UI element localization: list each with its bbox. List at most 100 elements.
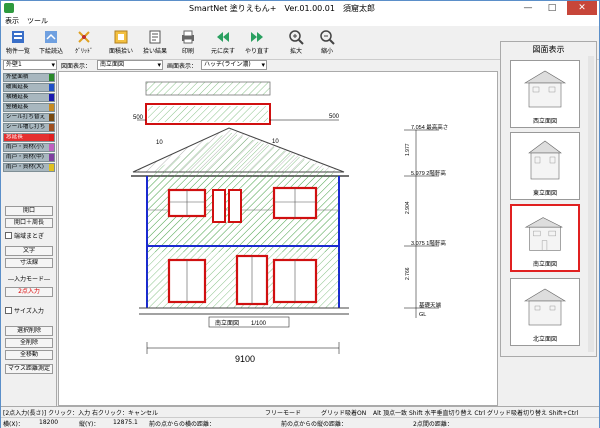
drawing-select[interactable]: 南立面図 [97, 60, 163, 70]
layer-window-label: 窓延長 [6, 134, 23, 140]
results-label: 拾い結果 [142, 48, 167, 55]
zoom-in-icon [289, 30, 304, 45]
thumb-south-label: 南立面図 [532, 261, 557, 268]
thumb-west-elevation[interactable]: 西立面図 [510, 60, 580, 128]
grid-label: ｸﾞﾘｯﾄﾞ [74, 48, 93, 55]
menu-tools[interactable]: ツール [27, 16, 48, 26]
thumbnail-panel-title: 図面表示 [532, 45, 565, 54]
layer-swatch [49, 104, 54, 111]
property-list-button[interactable]: 物件一覧 [2, 28, 34, 58]
option-row: 外壁1 図面表示： 南立面図 画面表示： ハッチ(ライン濃) [1, 60, 501, 71]
layer-vertical-gutter[interactable]: 竪樋延長 [3, 103, 55, 112]
west-house-icon [523, 70, 567, 108]
text-button[interactable]: 文字 [5, 246, 53, 256]
fill-select-label: 画面表示： [167, 63, 198, 70]
zoom-out-button[interactable]: 縮小 [311, 28, 343, 58]
undo-label: 元に戻す [210, 48, 235, 55]
y-coord-value: 12875.1 [113, 419, 138, 426]
status-bar-coords: 横(X)： 18200 縦(Y)： 12875.1 前の点からの横の距離： 前の… [1, 417, 599, 428]
fill-select[interactable]: ハッチ(ライン濃) [201, 60, 267, 70]
dim-10-left: 10 [156, 140, 163, 146]
area-pick-icon [114, 30, 128, 44]
layer-horizontal-gutter[interactable]: 横樋延長 [3, 93, 55, 102]
delete-all-button[interactable]: 全削除 [5, 338, 53, 348]
layer-shutter-medium[interactable]: 雨戸・資材(中) [3, 153, 55, 162]
mouse-distance-button[interactable]: マウス距離測定 [5, 364, 53, 374]
opening-perimeter-button[interactable]: 開口＋周長 [5, 218, 53, 228]
area-pick-button[interactable]: 面積拾い [105, 28, 137, 58]
opening-button[interactable]: 開口 [5, 206, 53, 216]
print-icon [182, 30, 194, 44]
south-house-icon [524, 217, 563, 251]
status-grid-snap: グリッド吸着ON [321, 410, 367, 417]
undo-button[interactable]: 元に戻す [207, 28, 239, 58]
drawing-thumbnail-panel: 図面表示 西立面図 東立面図 南立面図 北立面図 [500, 41, 597, 357]
building-list-icon [12, 31, 24, 43]
layer-shutter-large[interactable]: 雨戸・資材(大) [3, 163, 55, 172]
close-button[interactable]: ✕ [567, 1, 597, 15]
window-upper-narrow-2 [228, 189, 242, 223]
layer-swatch [49, 124, 54, 131]
title-bar: SmartNet 塗りえもん+ Ver.01.00.01 須窟太郎 — □ ✕ [1, 1, 599, 15]
input-mode-caption: ―入力モード― [7, 276, 50, 283]
move-all-button[interactable]: 全移動 [5, 350, 53, 360]
print-label: 印刷 [181, 48, 194, 55]
layer-bargeboard[interactable]: 破風延長 [3, 83, 55, 92]
thumbnail-scrollbar[interactable] [588, 56, 594, 352]
dim-500-right: 500 [329, 114, 340, 120]
layer-shutter-small[interactable]: 雨戸・資材(小) [3, 143, 55, 152]
thumb-north-label: 北立面図 [532, 336, 557, 343]
grid-button[interactable]: ｸﾞﾘｯﾄﾞ [68, 28, 100, 58]
layer-outer-wall-label: 外壁面積 [6, 74, 29, 80]
zoom-in-button[interactable]: 拡大 [280, 28, 312, 58]
two-point-input-button[interactable]: 2点入力 [5, 287, 53, 297]
thumb-west-label: 西立面図 [532, 118, 557, 125]
thumb-north-elevation[interactable]: 北立面図 [510, 278, 580, 346]
layer-swatch [49, 94, 54, 101]
dimension-button[interactable]: 寸法線 [5, 258, 53, 268]
layer-seal-replace[interactable]: シール打ち替え [3, 113, 55, 122]
height-2904: 2.904 [405, 201, 411, 214]
status-free-mode: フリーモード [265, 410, 302, 417]
redo-button[interactable]: やり直す [241, 28, 273, 58]
minimize-button[interactable]: — [517, 1, 539, 15]
results-button[interactable]: 拾い結果 [139, 28, 171, 58]
property-list-label: 物件一覧 [5, 48, 30, 55]
layer-seal-additional[interactable]: シール増し打ち [3, 123, 55, 132]
level-top: 7.054 最高高さ [411, 123, 448, 131]
x-coord-value: 18200 [39, 419, 59, 426]
layer-bargeboard-label: 破風延長 [6, 84, 29, 90]
redo-label: やり直す [244, 48, 269, 55]
x-coord-label: 横(X)： [3, 421, 24, 428]
size-input-checkbox[interactable] [5, 307, 12, 314]
zoom-out-icon [320, 30, 335, 45]
layer-window[interactable]: 窓延長 [3, 133, 55, 142]
layer-swatch [49, 164, 54, 171]
endpoint-checkbox[interactable] [5, 232, 12, 239]
left-panel: 外壁面積 破風延長 横樋延長 竪樋延長 シール打ち替え シール増し打ち 窓延長 … [1, 71, 57, 406]
level-gl: GL [419, 312, 426, 318]
app-window: SmartNet 塗りえもん+ Ver.01.00.01 須窟太郎 — □ ✕ … [0, 0, 600, 428]
y-coord-label: 縦(Y)： [79, 421, 100, 428]
select-delete-button[interactable]: 選択削除 [5, 326, 53, 336]
layer-seal-replace-label: シール打ち替え [6, 114, 46, 120]
drawing-canvas[interactable]: 500 500 10 10 南立面図 1/100 9100 7.054 最高高さ… [58, 71, 498, 406]
endpoint-check[interactable]: 端域まとぎ [5, 231, 44, 240]
load-drawing-label: 下絵読込 [38, 48, 63, 55]
print-button[interactable]: 印刷 [172, 28, 204, 58]
layer-shutter-small-label: 雨戸・資材(小) [6, 144, 44, 150]
top-eave-element [145, 81, 271, 96]
app-icon [4, 3, 14, 13]
two-point-distance: 2点間の距離： [413, 421, 453, 428]
status-bar-mode: [2点入力(長さ)] クリック：入力 右クリック：キャンセル フリーモード グリ… [1, 406, 599, 417]
size-input-check[interactable]: サイズ入力 [5, 306, 44, 315]
thumb-east-elevation[interactable]: 東立面図 [510, 132, 580, 200]
maximize-button[interactable]: □ [541, 1, 563, 15]
layer-outer-wall[interactable]: 外壁面積 [3, 73, 55, 82]
load-drawing-button[interactable]: 下絵読込 [35, 28, 67, 58]
wall-type-select[interactable]: 外壁1 [3, 60, 57, 70]
status-mode-text: [2点入力(長さ)] クリック：入力 右クリック：キャンセル [3, 410, 158, 417]
endpoint-check-label: 端域まとぎ [14, 233, 45, 240]
menu-view[interactable]: 表示 [5, 16, 19, 26]
thumb-south-elevation[interactable]: 南立面図 [510, 204, 580, 272]
